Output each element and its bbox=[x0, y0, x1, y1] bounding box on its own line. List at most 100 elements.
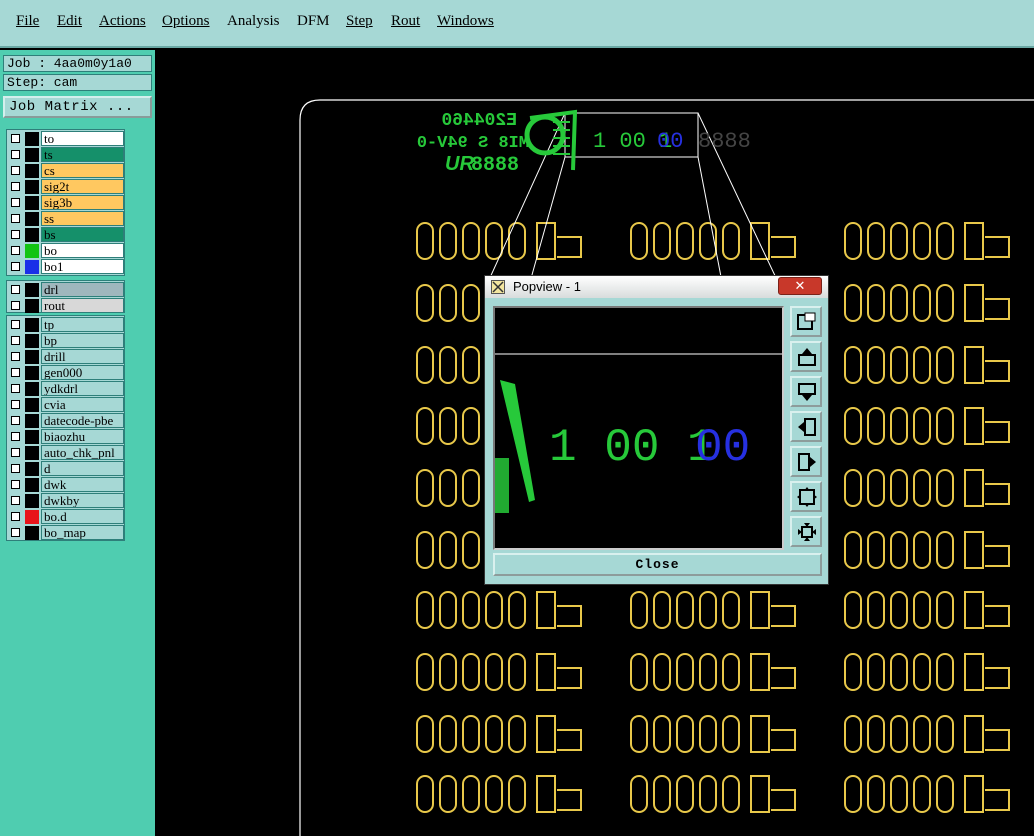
job-matrix-button[interactable]: Job Matrix ... bbox=[3, 96, 152, 118]
layer-color-swatch[interactable] bbox=[25, 180, 39, 194]
layer-color-swatch[interactable] bbox=[25, 132, 39, 146]
layer-row[interactable]: rout bbox=[7, 298, 124, 314]
menu-step[interactable]: Step bbox=[346, 13, 373, 30]
layer-name[interactable]: bo_map bbox=[41, 525, 124, 540]
menu-windows[interactable]: Windows bbox=[437, 13, 494, 30]
layer-row[interactable]: drl bbox=[7, 282, 124, 298]
layer-name[interactable]: gen000 bbox=[41, 365, 124, 380]
layer-checkbox[interactable] bbox=[11, 400, 20, 409]
layer-row[interactable]: auto_chk_pnl bbox=[7, 445, 124, 461]
layer-checkbox[interactable] bbox=[11, 150, 20, 159]
layer-color-swatch[interactable] bbox=[25, 260, 39, 274]
layer-name[interactable]: cvia bbox=[41, 397, 124, 412]
layer-color-swatch[interactable] bbox=[25, 414, 39, 428]
layer-color-swatch[interactable] bbox=[25, 350, 39, 364]
layer-color-swatch[interactable] bbox=[25, 478, 39, 492]
layer-checkbox[interactable] bbox=[11, 301, 20, 310]
layer-color-swatch[interactable] bbox=[25, 510, 39, 524]
layer-checkbox[interactable] bbox=[11, 496, 20, 505]
layer-checkbox[interactable] bbox=[11, 368, 20, 377]
layer-row[interactable]: ss bbox=[7, 211, 124, 227]
layer-name[interactable]: bo.d bbox=[41, 509, 124, 524]
layer-name[interactable]: ts bbox=[41, 147, 124, 162]
layer-row[interactable]: gen000 bbox=[7, 365, 124, 381]
layer-checkbox[interactable] bbox=[11, 166, 20, 175]
pan-right-button[interactable] bbox=[790, 446, 822, 477]
layer-color-swatch[interactable] bbox=[25, 462, 39, 476]
zoom-in-button[interactable] bbox=[790, 481, 822, 512]
layer-checkbox[interactable] bbox=[11, 182, 20, 191]
layer-color-swatch[interactable] bbox=[25, 494, 39, 508]
layer-row[interactable]: drill bbox=[7, 349, 124, 365]
layer-row[interactable]: to bbox=[7, 131, 124, 147]
layer-name[interactable]: d bbox=[41, 461, 124, 476]
zoom-fit-button[interactable] bbox=[790, 306, 822, 337]
menu-edit[interactable]: Edit bbox=[57, 13, 82, 30]
layer-color-swatch[interactable] bbox=[25, 228, 39, 242]
menu-actions[interactable]: Actions bbox=[99, 13, 146, 30]
layer-row[interactable]: ydkdrl bbox=[7, 381, 124, 397]
layer-checkbox[interactable] bbox=[11, 432, 20, 441]
layer-color-swatch[interactable] bbox=[25, 299, 39, 313]
layer-name[interactable]: bp bbox=[41, 333, 124, 348]
layer-name[interactable]: sig2t bbox=[41, 179, 124, 194]
layer-row[interactable]: dwkby bbox=[7, 493, 124, 509]
layer-checkbox[interactable] bbox=[11, 214, 20, 223]
layer-row[interactable]: bo1 bbox=[7, 259, 124, 275]
layer-color-swatch[interactable] bbox=[25, 430, 39, 444]
layer-checkbox[interactable] bbox=[11, 528, 20, 537]
layer-row[interactable]: datecode-pbe bbox=[7, 413, 124, 429]
pan-left-button[interactable] bbox=[790, 411, 822, 442]
layer-color-swatch[interactable] bbox=[25, 334, 39, 348]
layer-color-swatch[interactable] bbox=[25, 283, 39, 297]
layer-checkbox[interactable] bbox=[11, 448, 20, 457]
layer-checkbox[interactable] bbox=[11, 512, 20, 521]
pan-down-button[interactable] bbox=[790, 376, 822, 407]
popview-zoom-view[interactable]: 1 00 1 00 bbox=[493, 306, 784, 550]
layer-name[interactable]: to bbox=[41, 131, 124, 146]
layer-checkbox[interactable] bbox=[11, 480, 20, 489]
layer-name[interactable]: ydkdrl bbox=[41, 381, 124, 396]
layer-checkbox[interactable] bbox=[11, 384, 20, 393]
zoom-out-button[interactable] bbox=[790, 516, 822, 547]
layer-checkbox[interactable] bbox=[11, 336, 20, 345]
layer-name[interactable]: rout bbox=[41, 298, 124, 313]
layer-name[interactable]: dwk bbox=[41, 477, 124, 492]
layer-name[interactable]: bo1 bbox=[41, 259, 124, 274]
layer-name[interactable]: datecode-pbe bbox=[41, 413, 124, 428]
layer-name[interactable]: bo bbox=[41, 243, 124, 258]
layer-color-swatch[interactable] bbox=[25, 318, 39, 332]
close-button[interactable]: Close bbox=[493, 553, 822, 576]
layer-row[interactable]: sig2t bbox=[7, 179, 124, 195]
menu-dfm[interactable]: DFM bbox=[297, 13, 330, 30]
pan-up-button[interactable] bbox=[790, 341, 822, 372]
layer-color-swatch[interactable] bbox=[25, 148, 39, 162]
layer-name[interactable]: biaozhu bbox=[41, 429, 124, 444]
layer-color-swatch[interactable] bbox=[25, 398, 39, 412]
layer-row[interactable]: bs bbox=[7, 227, 124, 243]
layer-checkbox[interactable] bbox=[11, 230, 20, 239]
layer-row[interactable]: bo_map bbox=[7, 525, 124, 541]
layer-name[interactable]: dwkby bbox=[41, 493, 124, 508]
layer-name[interactable]: tp bbox=[41, 317, 124, 332]
layer-checkbox[interactable] bbox=[11, 134, 20, 143]
layer-row[interactable]: biaozhu bbox=[7, 429, 124, 445]
layer-checkbox[interactable] bbox=[11, 352, 20, 361]
layer-checkbox[interactable] bbox=[11, 198, 20, 207]
layer-color-swatch[interactable] bbox=[25, 164, 39, 178]
layer-checkbox[interactable] bbox=[11, 246, 20, 255]
layer-row[interactable]: cvia bbox=[7, 397, 124, 413]
menu-analysis[interactable]: Analysis bbox=[227, 13, 280, 30]
layer-name[interactable]: bs bbox=[41, 227, 124, 242]
layer-color-swatch[interactable] bbox=[25, 244, 39, 258]
layer-row[interactable]: bo bbox=[7, 243, 124, 259]
layer-name[interactable]: cs bbox=[41, 163, 124, 178]
layer-row[interactable]: sig3b bbox=[7, 195, 124, 211]
layer-color-swatch[interactable] bbox=[25, 382, 39, 396]
layer-color-swatch[interactable] bbox=[25, 212, 39, 226]
layer-color-swatch[interactable] bbox=[25, 526, 39, 540]
menu-file[interactable]: File bbox=[16, 13, 39, 30]
layer-color-swatch[interactable] bbox=[25, 196, 39, 210]
layer-name[interactable]: drill bbox=[41, 349, 124, 364]
layer-row[interactable]: d bbox=[7, 461, 124, 477]
